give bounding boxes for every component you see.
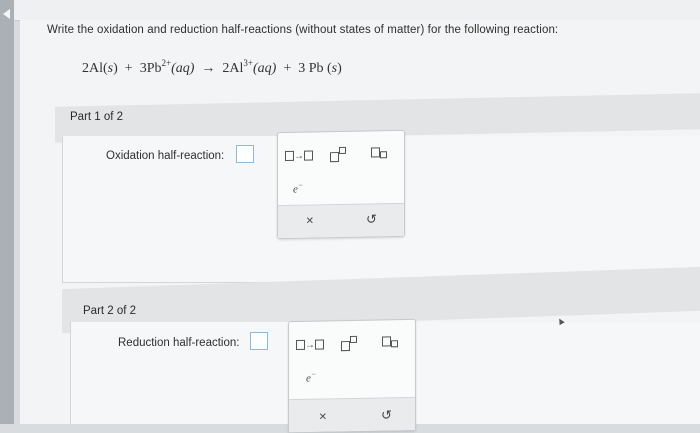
reaction-equation: 2Al(s) + 3Pb2+(aq) → 2Al3+(aq) + 3 Pb (s… — [82, 58, 342, 77]
electron-button[interactable]: e− — [306, 370, 316, 385]
eq-term: 3 Pb ( — [298, 61, 332, 76]
oxidation-answer-input[interactable] — [236, 145, 254, 163]
palette-footer: × ↺ — [278, 202, 404, 239]
box-icon — [330, 152, 339, 163]
electron-button[interactable]: e− — [293, 181, 303, 196]
eq-plus: + — [283, 61, 292, 76]
eq-arrow: → — [201, 61, 216, 76]
undo-button[interactable]: ↺ — [381, 407, 392, 423]
arrow-glyph: → — [294, 150, 304, 162]
clear-button[interactable]: × — [319, 408, 327, 423]
box-icon — [285, 151, 294, 162]
arrow-glyph: → — [305, 339, 315, 351]
box-icon — [371, 147, 380, 158]
reduction-label: Reduction half-reaction: — [118, 337, 240, 349]
question-text: Write the oxidation and reduction half-r… — [47, 24, 559, 36]
subscript-box-icon — [380, 151, 387, 159]
box-icon — [296, 340, 305, 351]
collapse-arrow-icon[interactable] — [3, 9, 10, 19]
palette-footer: × ↺ — [289, 396, 415, 433]
reduction-answer-input[interactable] — [250, 332, 268, 350]
eq-state: (aq) — [171, 61, 195, 76]
part2-label: Part 2 of 2 — [83, 305, 137, 317]
electron-charge: − — [310, 369, 317, 379]
eq-plus: + — [124, 61, 133, 76]
eq-term: 2Al( — [82, 61, 108, 76]
reaction-arrow-tool[interactable]: → — [285, 150, 313, 162]
subscript-tool[interactable] — [382, 336, 398, 348]
eq-term: ) — [337, 61, 342, 76]
reduction-tool-palette: → e− × ↺ — [288, 318, 416, 433]
left-sidebar — [0, 0, 14, 424]
box-icon — [315, 339, 324, 351]
electron-charge: − — [297, 180, 304, 190]
eq-state: (aq) — [252, 61, 277, 76]
top-bar — [14, 0, 700, 21]
superscript-box-icon — [339, 146, 346, 155]
superscript-tool[interactable] — [341, 335, 357, 352]
reaction-arrow-tool[interactable]: → — [296, 339, 324, 351]
box-icon — [382, 336, 391, 347]
subscript-tool[interactable] — [371, 147, 387, 159]
eq-charge: 3+ — [243, 58, 253, 68]
oxidation-tool-palette: → e− × ↺ — [277, 129, 405, 240]
undo-button[interactable]: ↺ — [366, 211, 377, 227]
eq-term: 3Pb — [139, 61, 162, 76]
eq-term: 2Al — [222, 61, 244, 76]
part1-label: Part 1 of 2 — [70, 111, 124, 123]
oxidation-label: Oxidation half-reaction: — [106, 150, 225, 162]
superscript-box-icon — [350, 335, 357, 344]
box-icon — [341, 341, 350, 352]
clear-button[interactable]: × — [306, 212, 314, 227]
eq-charge: 2+ — [161, 58, 172, 68]
superscript-tool[interactable] — [330, 146, 346, 163]
eq-term: ) — [113, 61, 118, 76]
box-icon — [304, 150, 313, 162]
subscript-box-icon — [391, 340, 398, 348]
